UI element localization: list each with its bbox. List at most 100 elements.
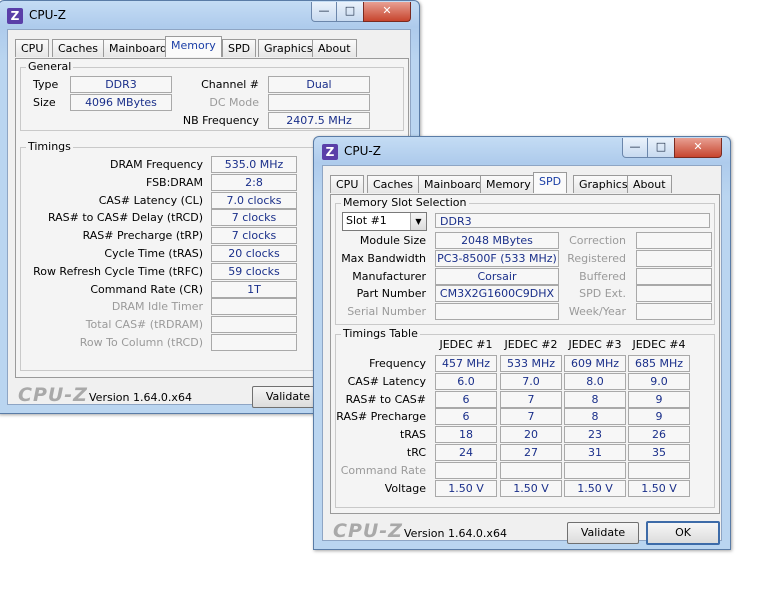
validate-button[interactable]: Validate xyxy=(567,522,639,544)
cpuz-spd-window[interactable]: Z CPU-Z — □ ✕ CPU Caches Mainboard Memor… xyxy=(313,136,731,550)
timing-label: RAS# to CAS# Delay (tRCD) xyxy=(47,211,203,225)
timing-label: Row Refresh Cycle Time (tRFC) xyxy=(33,264,203,278)
nb-frequency-label: NB Frequency xyxy=(182,114,259,127)
spd-right-label: Buffered xyxy=(579,269,626,283)
timings-row-label: RAS# to CAS# xyxy=(345,392,426,406)
timings-cell xyxy=(435,461,497,479)
tab-caches[interactable]: Caches xyxy=(52,39,104,57)
tab-spd[interactable]: SPD xyxy=(533,172,568,193)
spd-left-value: PC3-8500F (533 MHz) xyxy=(435,249,559,267)
size-label: Size xyxy=(33,96,56,109)
spd-left-label: Serial Number xyxy=(347,305,426,319)
timings-cell: 9 xyxy=(628,390,690,408)
chevron-down-icon[interactable]: ▼ xyxy=(410,213,426,230)
minimize-button[interactable]: — xyxy=(622,138,648,158)
tab-graphics[interactable]: Graphics xyxy=(573,175,634,193)
close-button[interactable]: ✕ xyxy=(363,2,411,22)
ok-button[interactable]: OK xyxy=(646,521,720,545)
timings-cell: 26 xyxy=(628,426,690,444)
dc-mode-value xyxy=(268,94,370,111)
timings-cell: 27 xyxy=(500,444,562,461)
type-value: DDR3 xyxy=(70,76,172,93)
spd-right-value xyxy=(636,249,712,267)
cpuz-logo: CPU-Z xyxy=(333,520,403,542)
slot-select[interactable]: Slot #1 ▼ xyxy=(342,212,427,231)
timings-cell: 35 xyxy=(628,444,690,461)
cpuz-app-icon: Z xyxy=(322,144,338,160)
spd-right-label: Correction xyxy=(569,234,626,247)
maximize-button[interactable]: □ xyxy=(336,2,364,22)
timing-label: Cycle Time (tRAS) xyxy=(104,247,203,260)
timing-value: 7.0 clocks xyxy=(211,191,297,209)
tab-mainboard[interactable]: Mainboard xyxy=(103,39,174,57)
timings-cell: 9 xyxy=(628,408,690,426)
timings-cell: 9.0 xyxy=(628,372,690,390)
timings-row-label: Frequency xyxy=(369,357,426,370)
timings-group-title: Timings xyxy=(26,140,73,153)
timing-label: CAS# Latency (CL) xyxy=(98,193,203,207)
tab-mainboard[interactable]: Mainboard xyxy=(418,175,489,193)
timings-row-label: RAS# Precharge xyxy=(336,410,426,424)
timings-cell: 20 xyxy=(500,426,562,444)
spd-left-value: 2048 MBytes xyxy=(435,232,559,249)
minimize-icon: — xyxy=(629,140,641,153)
timing-label: Row To Column (tRCD) xyxy=(79,336,203,349)
size-value: 4096 MBytes xyxy=(70,94,172,111)
timing-value: 20 clocks xyxy=(211,245,297,262)
maximize-icon: □ xyxy=(344,4,356,17)
spd-left-label: Max Bandwidth xyxy=(341,251,426,265)
timings-cell: 1.50 V xyxy=(628,479,690,497)
tab-spd[interactable]: SPD xyxy=(222,39,257,57)
timings-cell: 24 xyxy=(435,444,497,461)
channel-label: Channel # xyxy=(201,78,259,91)
close-button[interactable]: ✕ xyxy=(674,138,722,158)
tab-memory[interactable]: Memory xyxy=(165,36,222,57)
timings-cell: 1.50 V xyxy=(435,479,497,497)
tab-memory[interactable]: Memory xyxy=(480,175,537,193)
timings-cell xyxy=(628,461,690,479)
minimize-button[interactable]: — xyxy=(311,2,337,22)
tab-about[interactable]: About xyxy=(312,39,357,57)
cpuz-app-icon: Z xyxy=(7,8,23,24)
timing-value: 7 clocks xyxy=(211,209,297,227)
timing-label: DRAM Frequency xyxy=(109,158,203,171)
timings-cell: 6.0 xyxy=(435,372,497,390)
spd-right-value xyxy=(636,232,712,249)
timing-label: Command Rate (CR) xyxy=(90,282,203,296)
timings-table-group: Timings Table JEDEC #1 JEDEC #2 JEDEC #3 JE… xyxy=(335,327,715,508)
timings-table-title: Timings Table xyxy=(341,327,420,340)
dc-mode-label: DC Mode xyxy=(209,96,259,109)
nb-frequency-value: 2407.5 MHz xyxy=(268,112,370,129)
spd-right-value xyxy=(636,267,712,285)
timings-cell: 31 xyxy=(564,444,626,461)
timings-cell: 457 MHz xyxy=(435,355,497,372)
tab-bar: CPU Caches Mainboard Memory SPD Graphics… xyxy=(330,172,730,195)
timings-row-label: tRC xyxy=(406,446,426,459)
timing-value: 1T xyxy=(211,280,297,298)
maximize-button[interactable]: □ xyxy=(647,138,675,158)
spd-left-label: Module Size xyxy=(359,234,426,247)
timings-cell xyxy=(500,461,562,479)
spd-right-label: Week/Year xyxy=(568,305,626,319)
title-bar[interactable]: Z CPU-Z — □ ✕ xyxy=(314,137,730,165)
title-bar[interactable]: Z CPU-Z — □ ✕ xyxy=(0,1,419,29)
timings-cell xyxy=(564,461,626,479)
timings-cell: 7.0 xyxy=(500,372,562,390)
timings-cell: 6 xyxy=(435,390,497,408)
version-label: Version 1.64.0.x64 xyxy=(89,391,192,404)
channel-value: Dual xyxy=(268,76,370,93)
tab-cpu[interactable]: CPU xyxy=(330,175,365,193)
tab-bar: CPU Caches Mainboard Memory SPD Graphics… xyxy=(15,36,415,59)
tab-graphics[interactable]: Graphics xyxy=(258,39,319,57)
general-group-title: General xyxy=(26,60,74,73)
jedec-column-header: JEDEC #2 xyxy=(504,338,558,351)
tab-caches[interactable]: Caches xyxy=(367,175,419,193)
timings-cell: 8 xyxy=(564,408,626,426)
tab-about[interactable]: About xyxy=(627,175,672,193)
cpuz-logo: CPU-Z xyxy=(18,384,88,406)
tab-cpu[interactable]: CPU xyxy=(15,39,50,57)
timings-cell: 685 MHz xyxy=(628,355,690,372)
timings-cell: 609 MHz xyxy=(564,355,626,372)
spd-panel: Memory Slot Selection Slot #1 ▼ DDR3 Mod… xyxy=(330,194,720,514)
jedec-column-header: JEDEC #4 xyxy=(632,338,686,351)
